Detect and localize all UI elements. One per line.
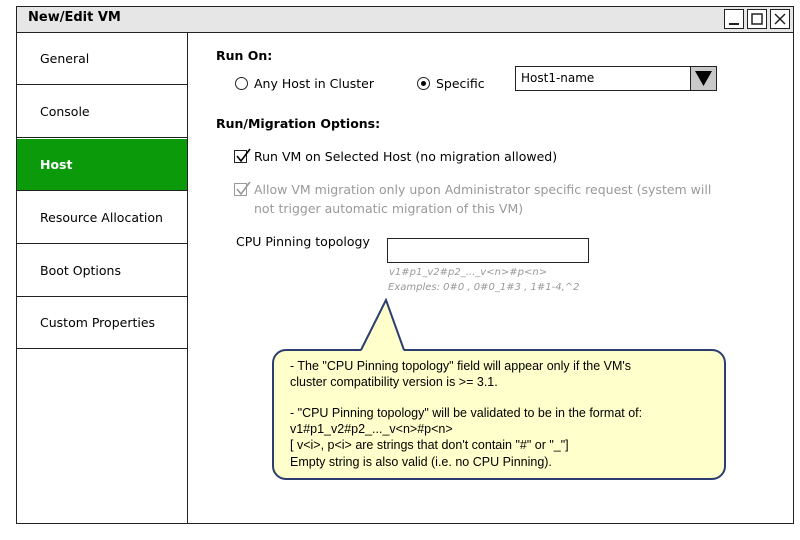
sidebar-item-label: Boot Options: [40, 263, 121, 278]
maximize-button[interactable]: [747, 9, 767, 29]
run-on-heading: Run On:: [216, 48, 273, 63]
sidebar-item-label: Custom Properties: [40, 315, 156, 330]
callout-line: v1#p1_v2#p2_..._v<n>#p<n>: [290, 422, 453, 436]
title-bar: [17, 7, 793, 33]
run-on-selected-host-checkbox[interactable]: [234, 148, 251, 163]
radio-specific-host-label[interactable]: Specific: [436, 76, 485, 91]
minimize-button[interactable]: [724, 9, 744, 29]
allow-migration-label-line1: Allow VM migration only upon Administrat…: [254, 182, 712, 197]
radio-any-host[interactable]: [235, 77, 248, 90]
callout-pointer: [360, 298, 405, 351]
callout-line: - "CPU Pinning topology" will be validat…: [290, 406, 643, 420]
sidebar-item-boot-options[interactable]: Boot Options: [17, 245, 187, 297]
host-select-dropdown-button[interactable]: [690, 67, 716, 90]
callout-line: [ v<i>, p<i> are strings that don't cont…: [290, 438, 569, 452]
triangle-down-icon: [695, 71, 712, 86]
callout-line: - The "CPU Pinning topology" field will …: [290, 359, 632, 373]
maximize-icon: [751, 13, 763, 25]
radio-any-host-label[interactable]: Any Host in Cluster: [254, 76, 374, 91]
checkmark-icon: [236, 181, 251, 196]
sidebar-item-console[interactable]: Console: [17, 86, 187, 138]
allow-migration-checkbox: [234, 181, 251, 196]
radio-specific-host[interactable]: [417, 77, 430, 90]
sidebar-item-label: Host: [40, 157, 73, 172]
cpu-pinning-input[interactable]: [387, 238, 589, 263]
window-title: New/Edit VM: [28, 10, 121, 25]
cpu-pinning-format-hint: v1#p1_v2#p2_..._v<n>#p<n>: [389, 267, 548, 278]
callout-line: Empty string is also valid (i.e. no CPU …: [290, 455, 552, 469]
sidebar-item-host[interactable]: Host: [17, 139, 187, 191]
sidebar-item-label: Console: [40, 104, 90, 119]
sidebar-item-label: General: [40, 51, 90, 66]
close-icon: [774, 13, 786, 25]
sidebar-item-resource-allocation[interactable]: Resource Allocation: [17, 192, 187, 244]
cpu-pinning-examples-hint: Examples: 0#0 , 0#0_1#3 , 1#1-4,^2: [388, 282, 580, 293]
sidebar: General Console Host Resource Allocation…: [17, 33, 188, 523]
close-button[interactable]: [770, 9, 790, 29]
run-on-selected-host-label: Run VM on Selected Host (no migration al…: [254, 149, 558, 164]
cpu-pinning-label: CPU Pinning topology: [236, 234, 370, 249]
host-select-value: Host1-name: [521, 71, 595, 85]
allow-migration-label-line2: not trigger automatic migration of this …: [254, 201, 524, 216]
sidebar-item-general[interactable]: General: [17, 33, 187, 85]
checkmark-icon: [236, 148, 251, 163]
migration-options-heading: Run/Migration Options:: [216, 116, 381, 131]
minimize-icon: [729, 23, 739, 25]
callout-line: cluster compatibility version is >= 3.1.: [290, 375, 498, 389]
sidebar-item-label: Resource Allocation: [40, 210, 163, 225]
sidebar-item-custom-properties[interactable]: Custom Properties: [17, 297, 187, 349]
